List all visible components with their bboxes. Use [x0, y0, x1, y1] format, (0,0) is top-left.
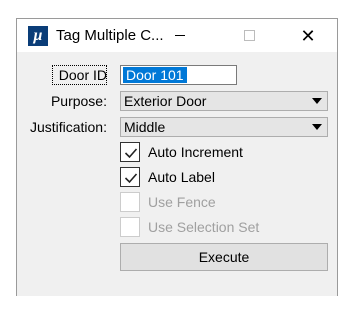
- maximize-icon: [243, 30, 255, 41]
- minimize-button[interactable]: [157, 19, 203, 52]
- door-id-input[interactable]: Door 101: [120, 65, 237, 85]
- use-selection-set-label: Use Selection Set: [148, 219, 260, 235]
- checkmark-icon: [124, 148, 138, 159]
- use-fence-checkbox: [120, 192, 140, 212]
- purpose-value: Exterior Door: [124, 93, 207, 109]
- use-selection-set-checkbox: [120, 217, 140, 237]
- auto-label-label[interactable]: Auto Label: [148, 169, 215, 185]
- auto-label-checkbox[interactable]: [120, 167, 140, 187]
- execute-button[interactable]: Execute: [120, 243, 328, 271]
- checkmark-icon: [124, 173, 138, 184]
- purpose-label: Purpose:: [50, 93, 107, 109]
- justification-dropdown[interactable]: Middle: [120, 117, 328, 137]
- justification-label: Justification:: [29, 119, 107, 135]
- chevron-down-icon: [312, 124, 322, 130]
- chevron-down-icon: [312, 98, 322, 104]
- tag-multiple-window: μ Tag Multiple C... ✕ Door ID Door 101 P…: [16, 18, 338, 296]
- auto-increment-label[interactable]: Auto Increment: [148, 144, 243, 160]
- window-title: Tag Multiple C...: [56, 27, 164, 44]
- close-icon: ✕: [300, 25, 316, 46]
- maximize-button: [226, 19, 272, 52]
- auto-increment-checkbox[interactable]: [120, 142, 140, 162]
- minimize-icon: [175, 35, 185, 36]
- use-fence-label: Use Fence: [148, 194, 216, 210]
- close-button[interactable]: ✕: [285, 19, 331, 52]
- door-id-value: Door 101: [123, 67, 187, 83]
- title-bar[interactable]: μ Tag Multiple C... ✕: [17, 19, 337, 52]
- purpose-dropdown[interactable]: Exterior Door: [120, 91, 328, 111]
- door-id-label: Door ID: [58, 67, 107, 83]
- microstation-icon: μ: [28, 26, 48, 46]
- justification-value: Middle: [124, 119, 166, 135]
